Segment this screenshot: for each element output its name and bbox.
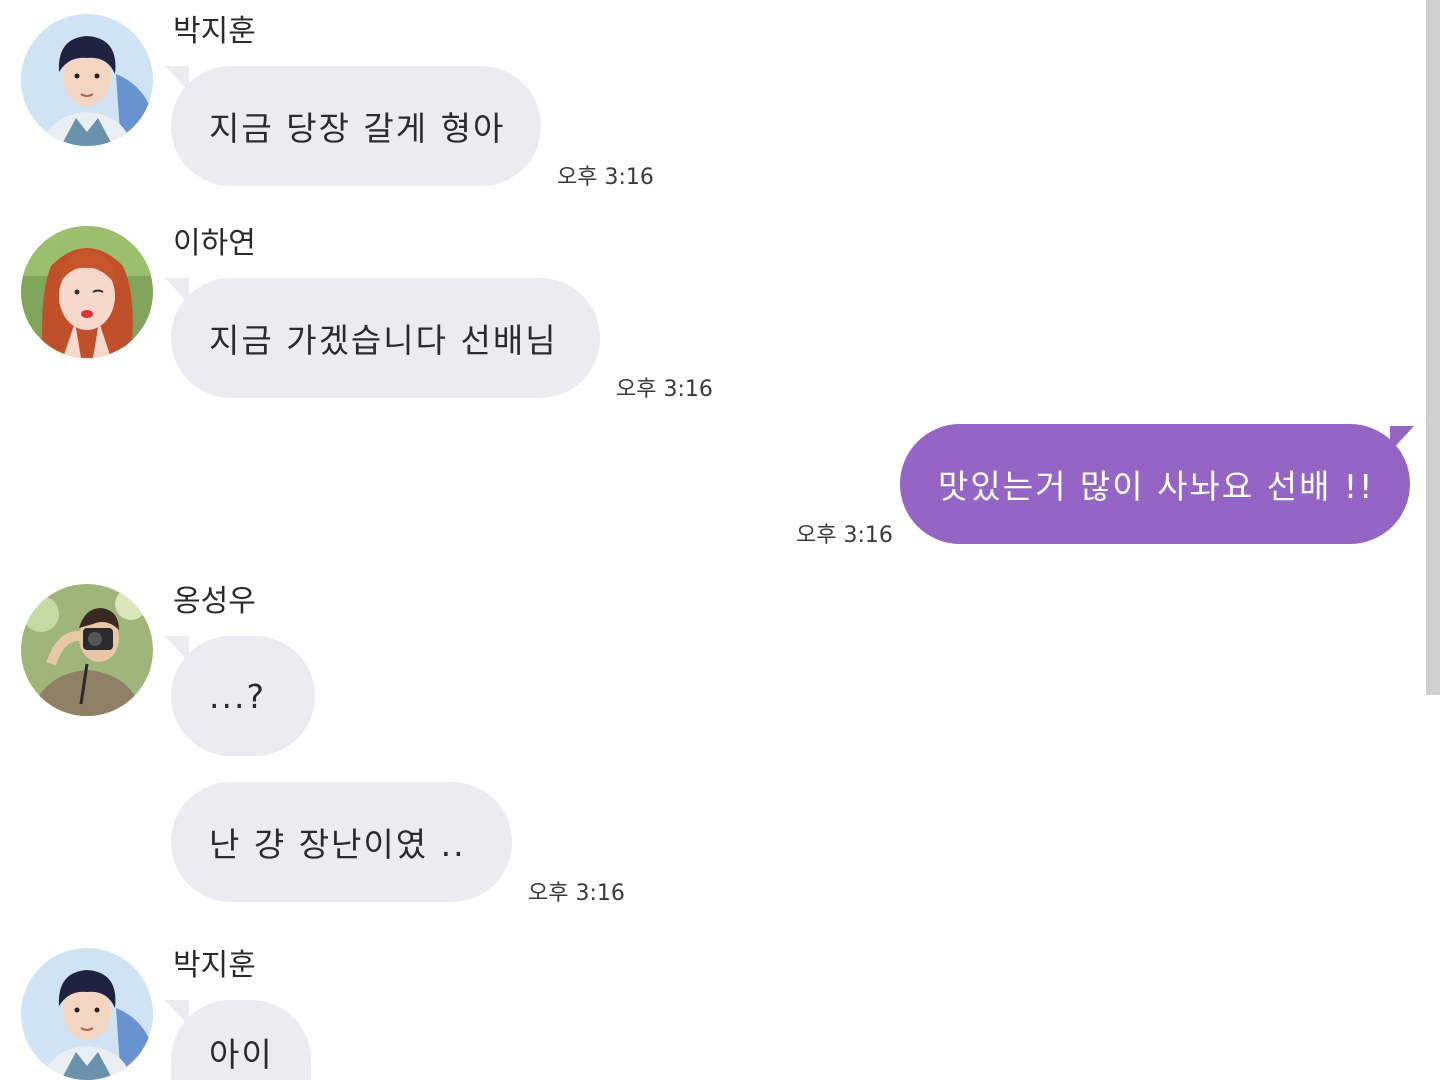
message-bubble[interactable]: ...? bbox=[165, 636, 315, 756]
sender-name: 옹성우 bbox=[173, 584, 256, 619]
message-bubble[interactable]: 지금 당장 갈게 형아 bbox=[165, 66, 541, 186]
message-bubble[interactable]: 지금 가겠습니다 선배님 bbox=[165, 278, 600, 398]
message-text: 아이 bbox=[209, 1035, 274, 1074]
avatar-park-jihoon[interactable] bbox=[21, 948, 153, 1080]
avatar-lee-hayeon[interactable] bbox=[21, 226, 153, 358]
message-text: 맛있는거 많이 사놔요 선배 !! bbox=[938, 467, 1375, 506]
message-time: 오후 3:16 bbox=[616, 377, 713, 402]
message-text: 난 걍 장난이였 .. bbox=[209, 825, 466, 864]
message-time: 오후 3:16 bbox=[557, 165, 654, 190]
sender-name: 박지훈 bbox=[173, 14, 256, 49]
message-time: 오후 3:16 bbox=[528, 881, 625, 906]
chat-window: 박지훈 지금 당장 갈게 형아 오후 3:16 이하연 지금 가겠습니다 선배님… bbox=[0, 0, 1440, 1080]
avatar-photo-icon bbox=[21, 14, 153, 146]
message-text: 지금 당장 갈게 형아 bbox=[209, 109, 506, 148]
avatar-ong-seongwu[interactable] bbox=[21, 584, 153, 716]
sender-name: 이하연 bbox=[173, 226, 256, 261]
avatar-park-jihoon[interactable] bbox=[21, 14, 153, 146]
avatar-photo-icon bbox=[21, 948, 153, 1080]
avatar-photo-icon bbox=[21, 584, 153, 716]
message-time: 오후 3:16 bbox=[796, 523, 893, 548]
scrollbar[interactable] bbox=[1426, 0, 1440, 695]
message-bubble[interactable]: 난 걍 장난이였 .. bbox=[171, 782, 512, 902]
message-bubble[interactable]: 아이 bbox=[165, 1000, 311, 1080]
sender-name: 박지훈 bbox=[173, 948, 256, 983]
message-text: ...? bbox=[209, 676, 266, 716]
avatar-photo-icon bbox=[21, 226, 153, 358]
message-bubble-outgoing[interactable]: 맛있는거 많이 사놔요 선배 !! bbox=[900, 424, 1414, 544]
message-text: 지금 가겠습니다 선배님 bbox=[209, 321, 558, 360]
